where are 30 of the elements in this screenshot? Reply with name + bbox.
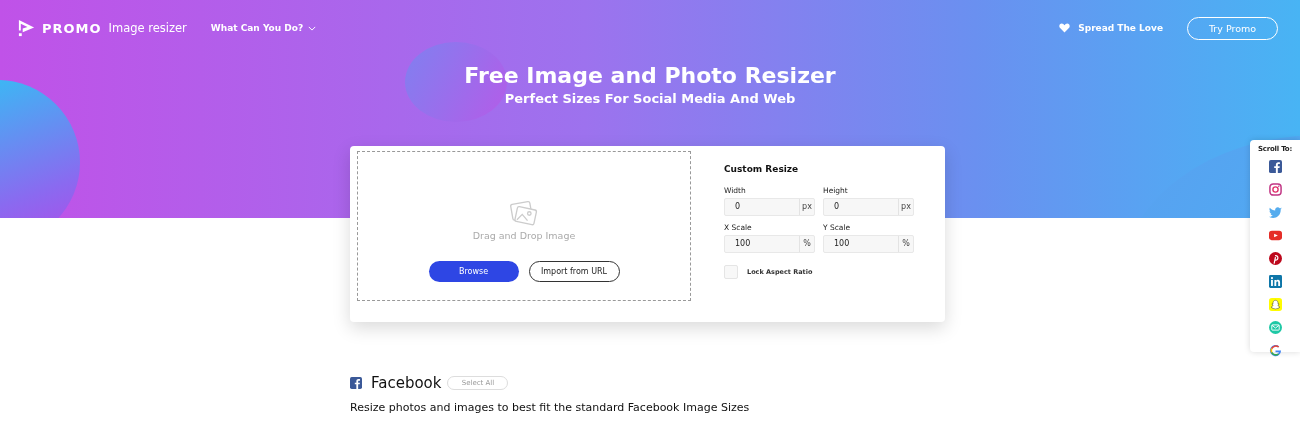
pinterest-icon[interactable] [1268, 252, 1282, 265]
section-title: Facebook [371, 374, 442, 392]
chevron-icon [308, 25, 317, 31]
product-name: Image resizer [108, 21, 187, 35]
page-title: Free Image and Photo Resizer [463, 62, 837, 90]
ghost-icon[interactable] [1268, 298, 1282, 311]
facebook-icon [350, 377, 362, 389]
play-icon[interactable] [1268, 229, 1282, 242]
drop-zone[interactable]: Drag and Drop Image Browse Import from URL [357, 151, 691, 301]
import-url-button[interactable]: Import from URL [528, 261, 620, 282]
input-field[interactable]: 0 px [724, 198, 815, 216]
page-subtitle: Perfect Sizes For Social Media And Web [503, 91, 797, 106]
browse-button[interactable]: Browse [428, 261, 519, 282]
google-icon[interactable] [1268, 344, 1282, 357]
linkedin-icon[interactable] [1268, 275, 1282, 288]
menu-link[interactable]: What Can You Do? [210, 23, 317, 33]
heart-icon [1059, 23, 1071, 33]
facebook-icon[interactable] [1268, 160, 1282, 173]
bird-icon[interactable] [1268, 206, 1282, 219]
section-description: Resize photos and images to best fit the standard Facebook Image Sizes [350, 401, 751, 414]
input-field[interactable]: 100 % [823, 235, 914, 253]
play-logo-icon[interactable] [17, 18, 36, 38]
input-field[interactable]: 0 px [823, 198, 914, 216]
brand-name[interactable]: PROMO [42, 20, 102, 36]
drop-hint: Drag and Drop Image [472, 230, 576, 241]
checkbox[interactable] [724, 265, 738, 279]
image-icon [509, 200, 539, 227]
panel-title: Custom Resize [724, 164, 800, 174]
input-field[interactable]: 100 % [724, 235, 815, 253]
instagram-icon[interactable] [1268, 183, 1282, 196]
